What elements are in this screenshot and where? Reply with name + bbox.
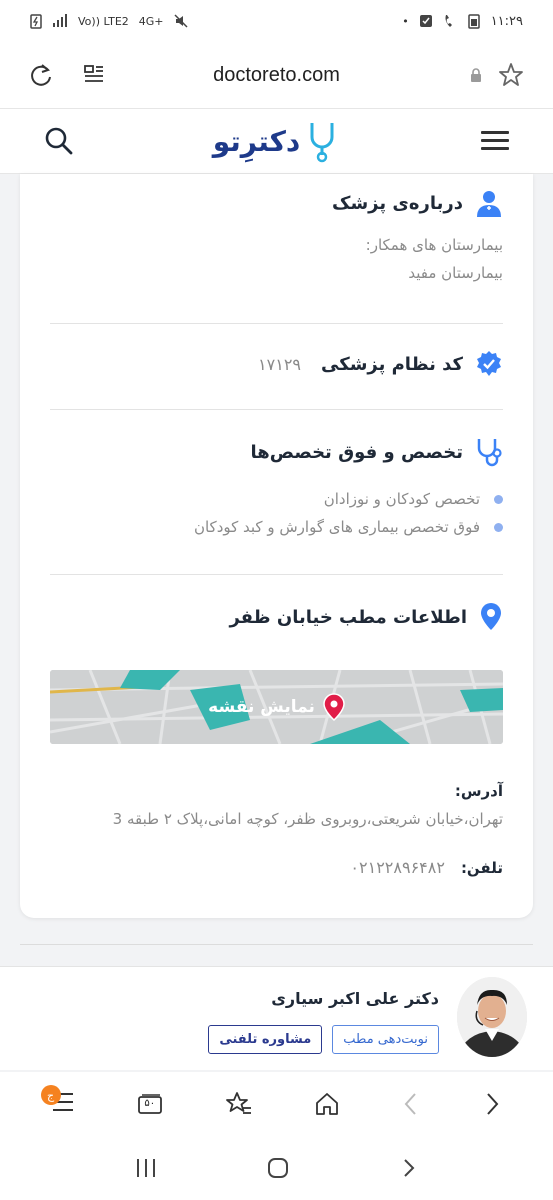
- clock: ۱۱:۲۹: [490, 13, 523, 29]
- divider: [50, 409, 503, 410]
- back-nav-icon[interactable]: [399, 1156, 419, 1180]
- browser-bottom-toolbar: ج ۵۰: [0, 1072, 553, 1136]
- verified-badge-icon: [477, 351, 501, 376]
- bullet-dot: [494, 522, 503, 532]
- specialty-item-text: تخصص کودکان و نوزادان: [323, 490, 480, 508]
- browser-right-actions: [469, 61, 525, 89]
- appointment-button[interactable]: نوبت‌دهی مطب: [332, 1025, 439, 1054]
- status-left: Vo)) LTE2 4G+: [30, 13, 188, 29]
- phone-row: تلفن: ۰۲۱۲۲۸۹۶۴۸۲: [50, 858, 503, 877]
- bullet-dot: [494, 494, 503, 504]
- phone-label: تلفن:: [460, 858, 503, 877]
- battery-charging-icon: [30, 14, 42, 29]
- doctor-info-card: درباره‌ی پزشک بیمارستان های همکار: بیمار…: [20, 174, 533, 918]
- android-nav-bar: [0, 1136, 553, 1200]
- divider: [50, 574, 503, 575]
- specialty-title-row: تخصص و فوق تخصص‌ها: [50, 436, 503, 468]
- show-map-button[interactable]: نمایش نقشه: [50, 670, 503, 744]
- office-title: اطلاعات مطب خیابان ظفر: [229, 606, 467, 628]
- address-block: آدرس: تهران،خیابان شریعتی،روبروی ظفر، کو…: [50, 782, 503, 828]
- phone-value[interactable]: ۰۲۱۲۲۸۹۶۴۸۲: [350, 858, 445, 877]
- status-right: • ۱۱:۲۹: [402, 13, 523, 29]
- browser-left-actions: [28, 62, 106, 88]
- notification-dot: •: [402, 14, 409, 28]
- download-done-icon: [419, 15, 432, 27]
- office-title-row: اطلاعات مطب خیابان ظفر: [50, 602, 503, 632]
- browser-address-bar: doctoreto.com: [0, 42, 553, 108]
- doctor-actions: نوبت‌دهی مطب مشاوره تلفنی: [208, 1025, 439, 1054]
- bookmarks-icon[interactable]: [225, 1090, 253, 1118]
- office-section: اطلاعات مطب خیابان ظفر: [50, 602, 503, 632]
- bookmark-star-icon[interactable]: [497, 61, 525, 89]
- map-label-text: نمایش نقشه: [208, 697, 315, 717]
- status-bar: Vo)) LTE2 4G+ • ۱۱:۲۹: [0, 0, 553, 42]
- lock-icon[interactable]: [469, 67, 483, 83]
- doctor-sticky-bar: دکتر علی اکبر سیاری نوبت‌دهی مطب مشاوره …: [0, 966, 553, 1070]
- reader-mode-icon[interactable]: [82, 63, 106, 87]
- browser-menu-button[interactable]: ج: [40, 1085, 75, 1117]
- doctor-user-icon: [477, 191, 501, 217]
- network-label: Vo)) LTE2: [78, 14, 129, 28]
- medical-code-value: ۱۷۱۲۹: [258, 354, 302, 374]
- medical-code-section: کد نظام پزشکی ۱۷۱۲۹: [50, 350, 503, 378]
- address-value: تهران،خیابان شریعتی،روبروی ظفر، کوچه اما…: [112, 810, 503, 828]
- specialty-item-text: فوق تخصص بیماری های گوارش و کبد کودکان: [193, 518, 480, 536]
- doctor-photo: [457, 977, 527, 1057]
- map-pin-icon: [323, 693, 345, 721]
- page-divider: [20, 944, 533, 945]
- medical-code-row: کد نظام پزشکی ۱۷۱۲۹: [50, 350, 503, 378]
- home-icon[interactable]: [314, 1091, 340, 1117]
- divider: [50, 323, 503, 324]
- map-preview[interactable]: نمایش نقشه: [50, 670, 503, 744]
- back-arrow-icon[interactable]: [401, 1091, 421, 1117]
- site-header: دکترِتو: [0, 108, 553, 174]
- forward-arrow-icon[interactable]: [482, 1091, 502, 1117]
- net-type-label: 4G+: [138, 14, 164, 28]
- tabs-button[interactable]: ۵۰: [136, 1092, 164, 1116]
- battery-icon: [467, 14, 480, 29]
- hospitals-label: بیمارستان های همکار:: [365, 236, 503, 254]
- site-logo[interactable]: دکترِتو: [0, 119, 553, 163]
- tabs-count: ۵۰: [144, 1098, 156, 1109]
- phone-consult-button[interactable]: مشاوره تلفنی: [208, 1025, 323, 1054]
- call-icon: [445, 15, 452, 27]
- address-label: آدرس:: [454, 782, 503, 800]
- logo-text: دکترِتو: [212, 124, 302, 158]
- home-nav-icon[interactable]: [266, 1156, 290, 1180]
- stethoscope-icon: [477, 439, 502, 467]
- specialty-item: فوق تخصص بیماری های گوارش و کبد کودکان: [50, 518, 503, 536]
- about-title: درباره‌ی پزشک: [332, 192, 463, 214]
- mute-icon: [173, 14, 188, 28]
- specialty-item: تخصص کودکان و نوزادان: [50, 490, 503, 508]
- location-pin-icon: [481, 603, 501, 630]
- hospitals-value: بیمارستان مفید: [408, 264, 503, 282]
- about-title-row: درباره‌ی پزشک: [50, 188, 503, 218]
- reload-icon[interactable]: [28, 62, 54, 88]
- medical-code-title: کد نظام پزشکی: [321, 353, 463, 375]
- about-section: درباره‌ی پزشک بیمارستان های همکار: بیمار…: [50, 188, 503, 282]
- doctor-name: دکتر علی اکبر سیاری: [271, 989, 439, 1008]
- specialty-title: تخصص و فوق تخصص‌ها: [250, 441, 463, 463]
- doctor-avatar: [457, 977, 527, 1057]
- specialty-section: تخصص و فوق تخصص‌ها تخصص کودکان و نوزادان…: [50, 436, 503, 536]
- menu-badge: ج: [40, 1085, 61, 1105]
- stethoscope-logo-icon: [310, 123, 334, 163]
- signal-icon: [53, 14, 67, 27]
- recent-apps-icon[interactable]: [134, 1157, 158, 1179]
